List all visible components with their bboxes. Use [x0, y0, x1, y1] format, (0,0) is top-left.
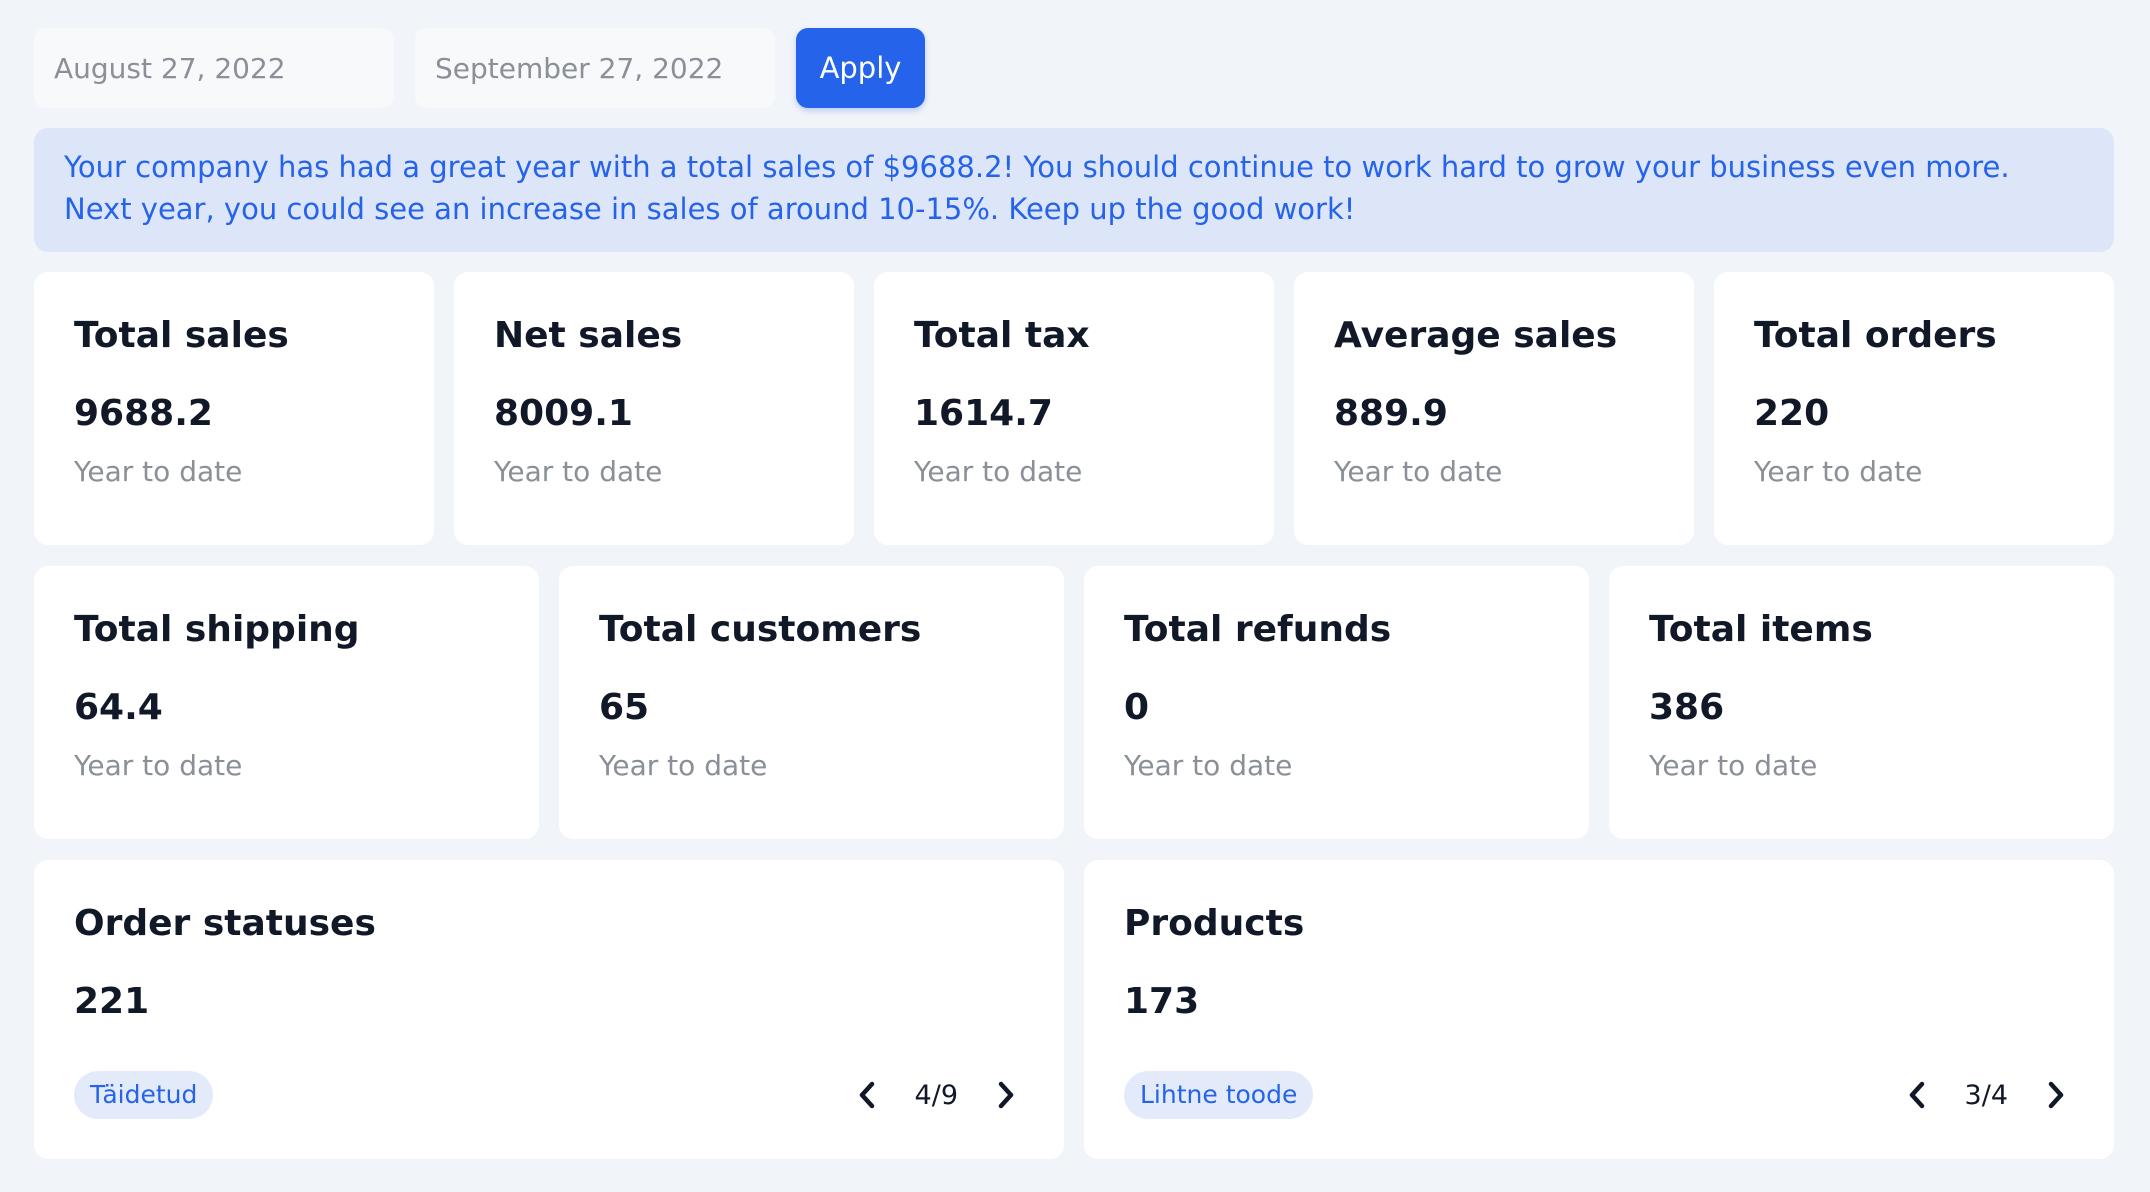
pager-indicator: 3/4: [1964, 1079, 2008, 1111]
stat-subtitle: Year to date: [1649, 749, 1818, 782]
stat-card-total-shipping: Total shipping 64.4 Year to date: [34, 566, 539, 839]
products-pager: 3/4: [1899, 1071, 2074, 1119]
stat-title: Total refunds: [1124, 609, 1392, 650]
stat-value: 889.9: [1334, 393, 1448, 434]
products-title: Products: [1124, 903, 1305, 944]
stat-title: Total customers: [599, 609, 922, 650]
stat-title: Total shipping: [74, 609, 360, 650]
date-filter-toolbar: Apply: [34, 28, 925, 108]
stat-card-average-sales: Average sales 889.9 Year to date: [1294, 272, 1694, 545]
stat-card-total-tax: Total tax 1614.7 Year to date: [874, 272, 1274, 545]
pager-indicator: 4/9: [914, 1079, 958, 1111]
product-type-badge: Lihtne toode: [1124, 1071, 1314, 1119]
chevron-right-icon[interactable]: [2038, 1071, 2074, 1119]
apply-button[interactable]: Apply: [796, 28, 925, 108]
stat-subtitle: Year to date: [914, 455, 1083, 488]
stat-card-total-items: Total items 386 Year to date: [1609, 566, 2114, 839]
insight-banner: Your company has had a great year with a…: [34, 128, 2114, 252]
end-date-input[interactable]: [415, 28, 775, 108]
order-statuses-pager: 4/9: [849, 1071, 1024, 1119]
dashboard: Apply Your company has had a great year …: [0, 0, 2150, 1192]
insight-message: Your company has had a great year with a…: [64, 150, 2010, 226]
order-statuses-card: Order statuses 221 Täidetud 4/9: [34, 860, 1064, 1159]
start-date-input[interactable]: [34, 28, 394, 108]
order-statuses-value: 221: [74, 981, 150, 1022]
stat-card-total-customers: Total customers 65 Year to date: [559, 566, 1064, 839]
stat-value: 65: [599, 687, 650, 728]
order-statuses-title: Order statuses: [74, 903, 376, 944]
stat-subtitle: Year to date: [1334, 455, 1503, 488]
stat-subtitle: Year to date: [1124, 749, 1293, 782]
stat-value: 220: [1754, 393, 1830, 434]
stat-card-total-refunds: Total refunds 0 Year to date: [1084, 566, 1589, 839]
order-status-badge: Täidetud: [74, 1071, 214, 1119]
products-value: 173: [1124, 981, 1200, 1022]
stat-subtitle: Year to date: [74, 455, 243, 488]
stat-title: Average sales: [1334, 315, 1618, 356]
stat-subtitle: Year to date: [494, 455, 663, 488]
stat-value: 0: [1124, 687, 1150, 728]
products-card: Products 173 Lihtne toode 3/4: [1084, 860, 2114, 1159]
stat-value: 9688.2: [74, 393, 213, 434]
stat-card-net-sales: Net sales 8009.1 Year to date: [454, 272, 854, 545]
stat-value: 1614.7: [914, 393, 1053, 434]
stat-value: 8009.1: [494, 393, 633, 434]
chevron-right-icon[interactable]: [988, 1071, 1024, 1119]
stat-value: 64.4: [74, 687, 163, 728]
stat-subtitle: Year to date: [74, 749, 243, 782]
stat-title: Total items: [1649, 609, 1873, 650]
stat-value: 386: [1649, 687, 1725, 728]
chevron-left-icon[interactable]: [1899, 1071, 1935, 1119]
stat-card-total-sales: Total sales 9688.2 Year to date: [34, 272, 434, 545]
stat-card-total-orders: Total orders 220 Year to date: [1714, 272, 2114, 545]
stat-title: Net sales: [494, 315, 683, 356]
stat-title: Total orders: [1754, 315, 1997, 356]
stat-subtitle: Year to date: [1754, 455, 1923, 488]
stat-subtitle: Year to date: [599, 749, 768, 782]
stat-title: Total sales: [74, 315, 289, 356]
chevron-left-icon[interactable]: [849, 1071, 885, 1119]
stat-title: Total tax: [914, 315, 1090, 356]
